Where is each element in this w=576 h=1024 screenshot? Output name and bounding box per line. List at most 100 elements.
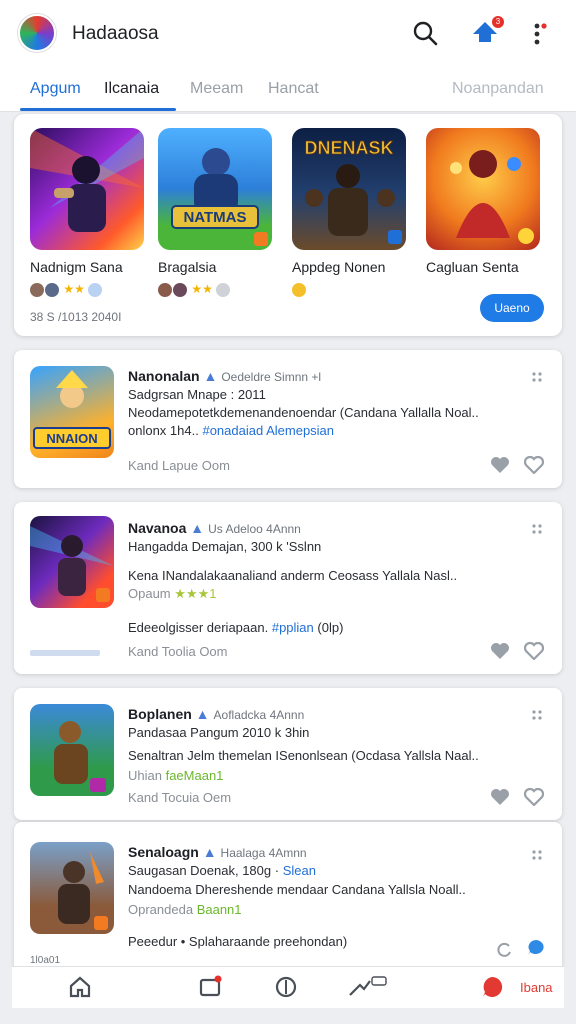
favorite-icon[interactable]	[524, 456, 544, 474]
featured-tile[interactable]	[426, 128, 540, 250]
tab-bar: Apgum Ilcanaia Meeam Hancat Noanpandan	[0, 66, 576, 112]
user-icon: ▲	[190, 520, 205, 536]
notification-badge: 3	[492, 16, 504, 28]
card-subtitle: Pandasaa Pangum 2010 k 3hin	[128, 725, 310, 740]
chat-icon[interactable]	[526, 938, 546, 956]
card-tag-text: Oprandeda	[128, 902, 194, 917]
like-icon[interactable]	[490, 788, 510, 806]
card-subtitle: Hangadda Demajan, 300 k 'Sslnn	[128, 539, 322, 554]
card-footer: Kand Lapue Oom	[128, 458, 230, 473]
card-footer: Kand Tocuia Oem	[128, 790, 232, 805]
featured-footer: 38 S /1013 2040I	[30, 310, 122, 324]
card-comment-text: Edeeolgisser deriapaan.	[128, 620, 269, 635]
feed-card[interactable]: Senaloagn ▲ Haalaga 4Amnn Saugasan Doenak…	[14, 822, 562, 972]
user-icon: ▲	[202, 844, 217, 860]
mini-avatar	[88, 282, 103, 297]
featured-rating: ★★	[30, 282, 103, 297]
hashtag-link[interactable]: Baann1	[197, 902, 242, 917]
tile-logo-text: DNENASK	[304, 138, 393, 158]
star-rating: ★★	[63, 282, 85, 296]
feed-card[interactable]: Boplanen ▲ Aofladcka 4Annn Pandasaa Pangu…	[14, 688, 562, 820]
card-thumbnail	[30, 704, 114, 796]
card-title-text: Senaloagn	[128, 844, 199, 860]
featured-rating: ★★	[158, 282, 231, 297]
card-description: Nandoema Dhereshende mendaar Candana Yal…	[128, 882, 466, 897]
card-tags: Uhian faeMaan1	[128, 768, 223, 783]
mini-avatar	[45, 282, 59, 297]
card-tags: onlonx 1h4.. #onadaiad Alemepsian	[128, 423, 334, 438]
favorite-icon[interactable]	[524, 788, 544, 806]
card-thumbnail	[30, 842, 114, 934]
hashtag-link[interactable]: Slean	[283, 863, 316, 878]
store-badge-icon	[30, 650, 100, 656]
featured-tile[interactable]	[30, 128, 144, 250]
card-subtitle-text: Saugasan Doenak, 180g ·	[128, 863, 280, 878]
card-description: Kena INandalakaanaliand anderm Ceosass Y…	[128, 568, 458, 583]
feed-card[interactable]: Navanoa ▲ Us Adeloo 4Annn Hangadda Demaja…	[14, 502, 562, 674]
tab-hancat[interactable]: Hancat	[268, 80, 319, 98]
card-comment: Peeedur • Splaharaande preehondan)	[128, 934, 348, 949]
card-footer: Kand Toolia Oom	[128, 644, 228, 659]
card-menu-icon[interactable]	[530, 522, 544, 536]
game-art-image: DNENASK	[304, 138, 402, 244]
featured-name: Bragalsia	[158, 259, 217, 275]
card-description: Senaltran Jelm themelan ISenonlsean (Ocd…	[128, 748, 479, 763]
hashtag-link[interactable]: #pplian	[272, 620, 314, 635]
card-meta: Us Adeloo 4Annn	[208, 522, 301, 536]
hashtag-link[interactable]: faeMaan1	[166, 768, 224, 783]
card-subtitle: Sadgrsan Mnape : 2011	[128, 387, 266, 402]
card-tag-text: Uhian	[128, 768, 162, 783]
tab-apgum[interactable]: Apgum	[30, 80, 81, 98]
mini-avatar	[30, 282, 44, 297]
game-art-image: NATMAS	[171, 148, 268, 246]
game-art-image	[54, 721, 106, 792]
tab-ilcanaia[interactable]: Ilcanaia	[104, 80, 159, 98]
mini-avatar	[158, 282, 172, 297]
like-icon[interactable]	[490, 456, 510, 474]
featured-rating	[292, 282, 307, 297]
game-art-image: NNAION	[33, 370, 111, 449]
card-title-text: Boplanen	[128, 706, 192, 722]
more-icon[interactable]	[526, 18, 556, 48]
profile-avatar[interactable]	[18, 14, 56, 52]
home-icon[interactable]	[68, 975, 92, 999]
nav-active-label[interactable]: Ibana	[520, 980, 553, 995]
user-icon: ▲	[203, 368, 218, 384]
bottom-nav: Ibana	[12, 966, 564, 1008]
featured-action-button[interactable]: Uaeno	[480, 294, 544, 322]
partial-text: 1l0a01	[30, 955, 61, 966]
featured-tile[interactable]: NATMAS	[158, 128, 272, 250]
feed-card[interactable]: NNAION Nanonalan ▲ Oedeldre Simnn +l Sadg…	[14, 350, 562, 488]
card-comment-count: (0lp)	[317, 620, 344, 635]
game-art-image	[450, 150, 534, 244]
card-comment: Edeeolgisser deriapaan. #pplian (0lp)	[128, 620, 343, 635]
mini-avatar	[173, 282, 187, 297]
inbox-icon[interactable]	[198, 975, 222, 999]
card-title: Boplanen ▲ Aofladcka 4Annn	[128, 706, 304, 722]
card-menu-icon[interactable]	[530, 848, 544, 862]
card-title-text: Navanoa	[128, 520, 187, 536]
search-icon[interactable]	[410, 18, 440, 48]
featured-tile[interactable]: DNENASK	[292, 128, 406, 250]
profile-tab-icon[interactable]	[480, 975, 504, 999]
featured-name: Cagluan Senta	[426, 259, 519, 275]
card-description: Neodamepotetkdemenandenoendar (Candana Y…	[128, 405, 479, 420]
share-icon[interactable]	[346, 975, 390, 999]
tab-noanpandan[interactable]: Noanpandan	[452, 80, 544, 98]
like-icon[interactable]	[490, 642, 510, 660]
card-title: Senaloagn ▲ Haalaga 4Amnn	[128, 844, 307, 860]
card-menu-icon[interactable]	[530, 370, 544, 384]
star-rating: ★★	[191, 282, 213, 296]
card-rating-row: Opaum ★★★1	[128, 586, 216, 602]
favorite-icon[interactable]	[524, 642, 544, 660]
explore-icon[interactable]	[274, 975, 298, 999]
card-meta: Haalaga 4Amnn	[220, 846, 307, 860]
tab-meeam[interactable]: Meeam	[190, 80, 243, 98]
featured-name: Nadnigm Sana	[30, 259, 123, 275]
refresh-icon[interactable]	[494, 940, 514, 958]
card-menu-icon[interactable]	[530, 708, 544, 722]
app-title: Hadaaosa	[72, 23, 159, 44]
active-tab-indicator	[20, 108, 176, 111]
hashtag-link[interactable]: #onadaiad Alemepsian	[202, 423, 334, 438]
card-tags: Oprandeda Baann1	[128, 902, 242, 917]
